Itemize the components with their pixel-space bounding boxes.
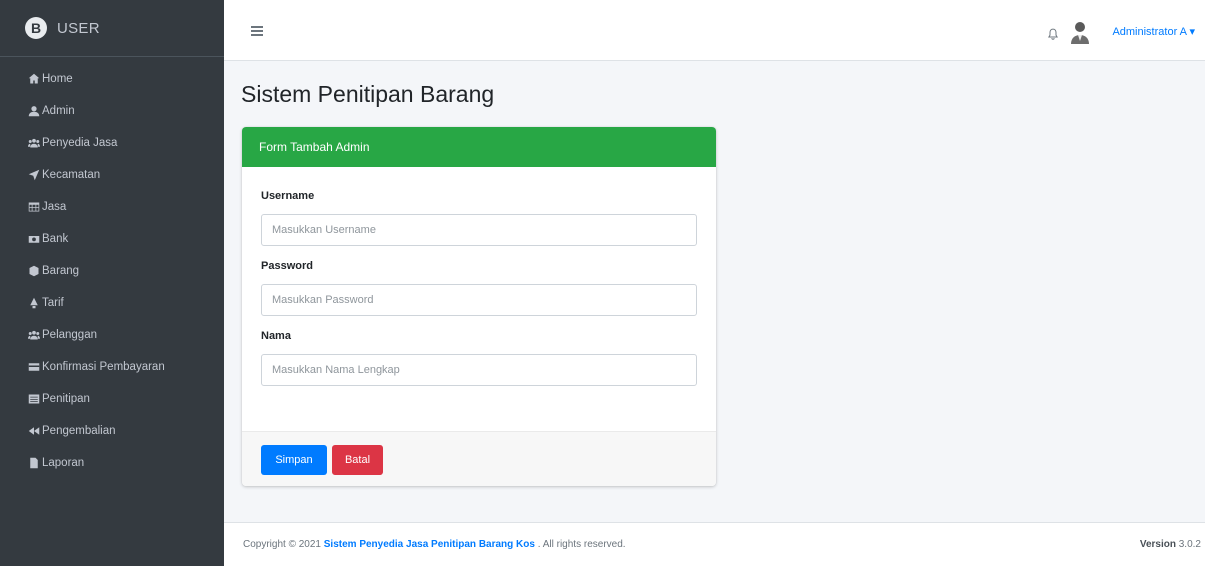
brand[interactable]: B USER [0, 0, 224, 57]
sidebar-item-konfirmasi-pembayaran[interactable]: Konfirmasi Pembayaran [0, 351, 224, 383]
nama-group: Nama [261, 330, 697, 386]
sidebar-item-label: Kecamatan [42, 169, 101, 181]
tag-icon [30, 297, 38, 309]
nama-label: Nama [261, 330, 291, 342]
sidebar-item-admin[interactable]: Admin [0, 95, 224, 127]
sidebar-item-tarif[interactable]: Tarif [0, 287, 224, 319]
menu-toggle-icon[interactable] [251, 26, 263, 36]
page-footer: Copyright © 2021 Sistem Penyedia Jasa Pe… [224, 522, 1205, 566]
sidebar-item-home[interactable]: Home [0, 63, 224, 95]
sidebar-item-pelanggan[interactable]: Pelanggan [0, 319, 224, 351]
location-arrow-icon [28, 169, 40, 181]
sidebar-item-label: Barang [42, 265, 80, 277]
sidebar-item-barang[interactable]: Barang [0, 255, 224, 287]
version-info: Version 3.0.2 [1140, 539, 1201, 550]
cancel-button[interactable]: Batal [332, 445, 383, 475]
nama-input[interactable] [261, 354, 697, 386]
users-icon [28, 330, 40, 340]
form-card-footer: Simpan Batal [242, 431, 716, 486]
form-card-body: Username Password Nama [242, 167, 716, 386]
sidebar-item-laporan[interactable]: Laporan [0, 447, 224, 479]
copyright: Copyright © 2021 Sistem Penyedia Jasa Pe… [243, 539, 626, 550]
money-icon [28, 236, 40, 243]
form-card-header: Form Tambah Admin [242, 127, 716, 167]
password-label: Password [261, 260, 313, 272]
table-icon [28, 202, 40, 212]
sidebar-item-label: Jasa [42, 201, 67, 213]
sidebar-item-label: Admin [42, 105, 75, 117]
sidebar-item-kecamatan[interactable]: Kecamatan [0, 159, 224, 191]
sidebar-item-penitipan[interactable]: Penitipan [0, 383, 224, 415]
sidebar-nav: Home Admin Penyedia Jasa Kecamatan Jasa … [0, 57, 224, 479]
sidebar-item-penyedia-jasa[interactable]: Penyedia Jasa [0, 127, 224, 159]
user-menu[interactable]: Administrator A ▾ [1112, 25, 1195, 38]
brand-logo: B [25, 17, 47, 39]
sidebar-item-label: Penitipan [42, 393, 90, 405]
sidebar-item-label: Pelanggan [42, 329, 97, 341]
sidebar-item-label: Pengembalian [42, 425, 116, 437]
password-input[interactable] [261, 284, 697, 316]
brand-text: USER [57, 19, 100, 37]
sidebar-item-label: Penyedia Jasa [42, 137, 118, 149]
page-title: Sistem Penitipan Barang [241, 81, 495, 107]
sidebar-item-jasa[interactable]: Jasa [0, 191, 224, 223]
box-icon [29, 265, 39, 277]
home-icon [28, 73, 40, 84]
sidebar-item-label: Laporan [42, 457, 85, 469]
top-navbar: Administrator A ▾ [224, 0, 1205, 61]
avatar[interactable] [1069, 20, 1091, 44]
sidebar-item-label: Home [42, 73, 73, 85]
sidebar-item-label: Konfirmasi Pembayaran [42, 361, 165, 373]
save-button[interactable]: Simpan [261, 445, 327, 475]
footer-link[interactable]: Sistem Penyedia Jasa Penitipan Barang Ko… [324, 539, 535, 550]
copyright-rights: . All rights reserved. [534, 539, 626, 550]
bell-icon[interactable] [1047, 28, 1059, 40]
form-card: Form Tambah Admin Username Password Nama… [242, 127, 716, 486]
username-group: Username [261, 190, 697, 246]
version-label: Version [1139, 539, 1176, 550]
sidebar-item-pengembalian[interactable]: Pengembalian [0, 415, 224, 447]
credit-card-icon [28, 363, 40, 371]
version-value: 3.0.2 [1178, 539, 1201, 550]
sidebar-item-label: Bank [42, 233, 69, 245]
user-icon [28, 106, 40, 117]
sidebar: B USER Home Admin Penyedia Jasa Kecamata… [0, 0, 224, 566]
password-group: Password [261, 260, 697, 316]
backward-icon [28, 427, 40, 435]
sidebar-item-label: Tarif [42, 297, 64, 309]
list-icon [28, 394, 40, 404]
copyright-prefix: Copyright © 2021 [243, 539, 324, 550]
sidebar-item-bank[interactable]: Bank [0, 223, 224, 255]
file-icon [30, 457, 38, 469]
user-name: Administrator A [1112, 26, 1187, 38]
users-icon [28, 138, 40, 148]
username-label: Username [261, 190, 315, 202]
username-input[interactable] [261, 214, 697, 246]
